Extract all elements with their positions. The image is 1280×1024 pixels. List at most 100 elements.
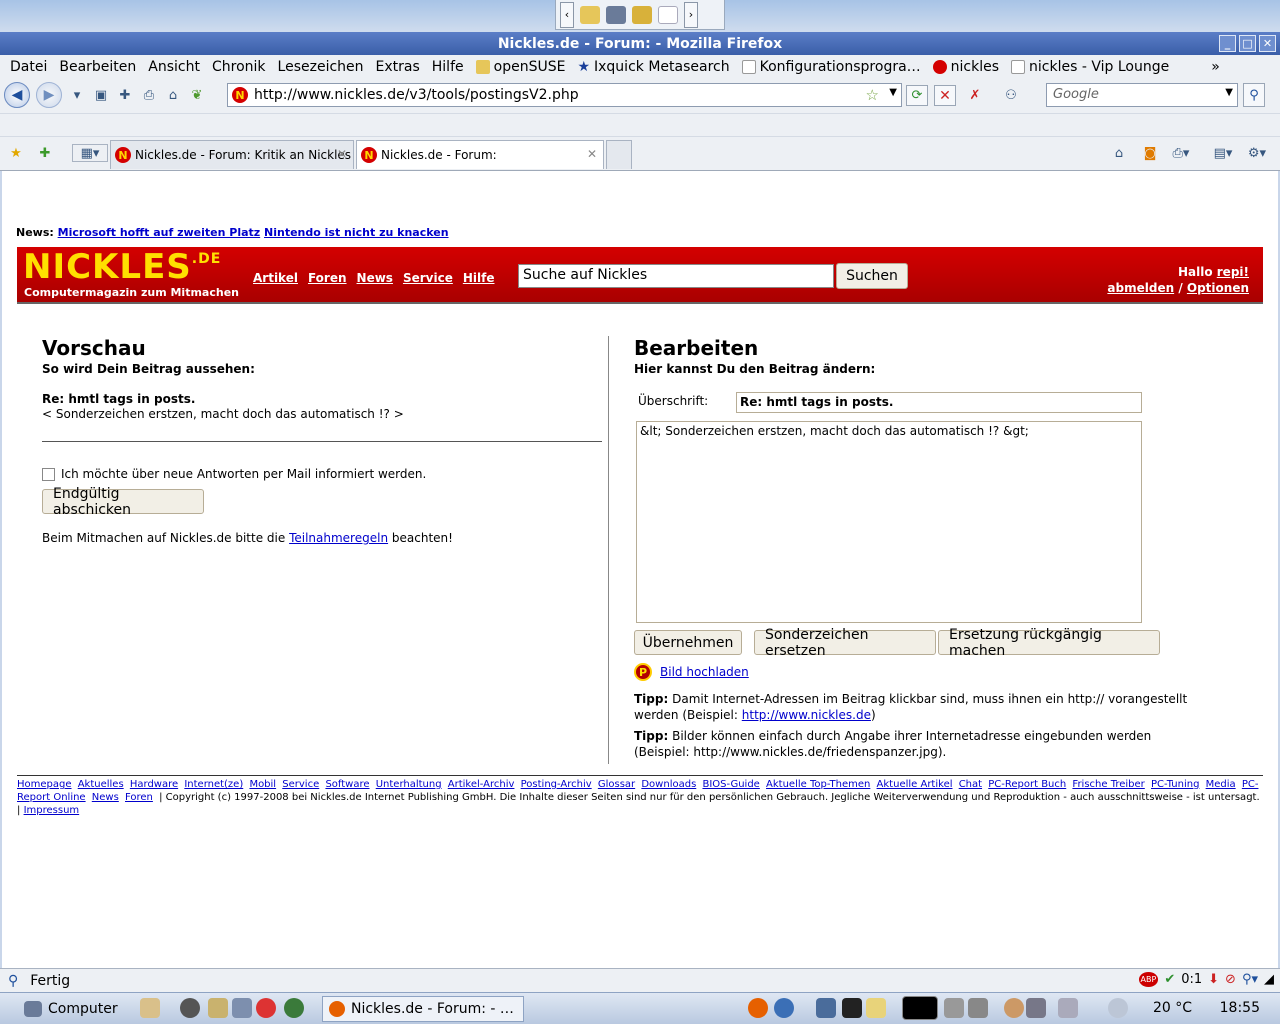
- username-link[interactable]: repi!: [1217, 265, 1249, 279]
- apply-button[interactable]: Übernehmen: [634, 630, 742, 655]
- tab-forum-active[interactable]: N Nickles.de - Forum: ✕: [356, 140, 604, 169]
- bookmark-star-icon[interactable]: ☆: [866, 86, 879, 104]
- gnome-foot-icon[interactable]: [180, 998, 200, 1018]
- footer-link[interactable]: Artikel-Archiv: [448, 779, 515, 790]
- replace-chars-button[interactable]: Sonderzeichen ersetzen: [754, 627, 936, 659]
- blank-page-icon[interactable]: [658, 5, 678, 24]
- footer-link[interactable]: Mobil: [249, 779, 276, 790]
- gear-icon[interactable]: ⚙▾: [1248, 144, 1266, 162]
- upload-image-link[interactable]: Bild hochladen: [660, 665, 749, 679]
- nav-news[interactable]: News: [357, 271, 393, 285]
- news-link[interactable]: Microsoft hofft auf zweiten Platz: [58, 226, 261, 239]
- footer-link[interactable]: Aktuelle Artikel: [877, 779, 953, 790]
- subject-input[interactable]: Re: hmtl tags in posts.: [736, 392, 1142, 413]
- search-input[interactable]: Google ▼: [1046, 83, 1238, 107]
- desktop-icon[interactable]: [140, 998, 160, 1018]
- rss-icon[interactable]: ◙: [1141, 144, 1159, 162]
- url-bar[interactable]: N http://www.nickles.de/v3/tools/posting…: [227, 83, 902, 107]
- footer-link[interactable]: Software: [325, 779, 369, 790]
- page-menu-icon[interactable]: ▤▾: [1214, 144, 1233, 162]
- footer-link[interactable]: News: [92, 792, 119, 803]
- nav-artikel[interactable]: Artikel: [253, 271, 298, 285]
- undo-replace-button[interactable]: Ersetzung rückgängig machen: [938, 627, 1160, 659]
- thunderbird-icon[interactable]: [774, 998, 794, 1018]
- bookmark-opensuse[interactable]: openSUSE: [470, 59, 572, 75]
- keys-icon[interactable]: [632, 5, 652, 24]
- reload-button[interactable]: ⟳: [906, 85, 928, 106]
- bookmark-nickles-vip[interactable]: nickles - Vip Lounge: [1005, 59, 1175, 75]
- globe-icon[interactable]: [284, 998, 304, 1018]
- site-logo[interactable]: NICKLES.DE: [23, 247, 221, 287]
- window-list-icon[interactable]: [232, 998, 252, 1018]
- menu-bearbeiten[interactable]: Bearbeiten: [53, 59, 142, 75]
- forward-button[interactable]: ▶: [36, 82, 62, 108]
- footer-link[interactable]: Unterhaltung: [376, 779, 442, 790]
- adblock-icon[interactable]: ABP: [1138, 972, 1159, 987]
- footer-link[interactable]: Glossar: [598, 779, 635, 790]
- bookmark-ixquick[interactable]: ★ Ixquick Metasearch: [571, 59, 735, 75]
- footer-link[interactable]: Downloads: [641, 779, 696, 790]
- nav-hilfe[interactable]: Hilfe: [463, 271, 495, 285]
- footer-link[interactable]: Frische Treiber: [1072, 779, 1144, 790]
- nav-foren[interactable]: Foren: [308, 271, 347, 285]
- games-icon[interactable]: [256, 998, 276, 1018]
- notify-checkbox[interactable]: [42, 467, 55, 481]
- folder-icon[interactable]: [580, 5, 600, 24]
- notes-icon[interactable]: [866, 998, 886, 1018]
- logout-link[interactable]: abmelden: [1107, 281, 1174, 295]
- home-icon[interactable]: ⌂: [164, 86, 182, 104]
- print-icon[interactable]: ⎙: [140, 86, 158, 104]
- device-icon[interactable]: [1058, 998, 1078, 1018]
- monitor-icon[interactable]: [606, 5, 626, 24]
- footer-link[interactable]: Media: [1206, 779, 1236, 790]
- sidebar-icon[interactable]: ▣: [92, 86, 110, 104]
- menu-extras[interactable]: Extras: [370, 59, 426, 75]
- search-engine-dropdown-icon[interactable]: ▼: [1225, 87, 1233, 98]
- search-go-button[interactable]: ⚲: [1243, 83, 1265, 107]
- taskbar-firefox-window[interactable]: Nickles.de - Forum: - …: [322, 996, 524, 1022]
- star-icon[interactable]: ★: [7, 144, 25, 162]
- footer-link[interactable]: Aktuelles: [78, 779, 124, 790]
- computer-menu[interactable]: Computer: [24, 1000, 118, 1017]
- body-textarea[interactable]: &lt; Sonderzeichen erstzen, macht doch d…: [636, 421, 1142, 623]
- firefox-launcher-icon[interactable]: [748, 998, 768, 1018]
- tab-list-button[interactable]: ▦▾: [72, 144, 108, 162]
- footer-link[interactable]: Aktuelle Top-Themen: [766, 779, 870, 790]
- download-icon[interactable]: ⬇: [1208, 972, 1219, 987]
- print-icon[interactable]: ⎙▾: [1172, 144, 1190, 162]
- example-link[interactable]: http://www.nickles.de: [742, 708, 871, 722]
- panel-left-arrow-icon[interactable]: ‹: [560, 1, 574, 28]
- new-tab-button[interactable]: [606, 140, 632, 169]
- new-tab-icon[interactable]: ✚: [116, 86, 134, 104]
- weather-temperature[interactable]: 20 °C: [1153, 1000, 1192, 1016]
- menu-chronik[interactable]: Chronik: [206, 59, 272, 75]
- tab-close-icon[interactable]: ✕: [587, 147, 597, 161]
- printer-icon[interactable]: [1026, 998, 1046, 1018]
- footer-link[interactable]: PC-Tuning: [1151, 779, 1199, 790]
- volume-icon[interactable]: [1108, 998, 1128, 1018]
- bookmark-nickles[interactable]: nickles: [927, 59, 1005, 75]
- network-icon[interactable]: [816, 998, 836, 1018]
- tab-kritik[interactable]: N Nickles.de - Forum: Kritik an Nickles …: [110, 140, 354, 169]
- clock[interactable]: 18:55: [1220, 1000, 1260, 1016]
- addon-icon[interactable]: ✗: [966, 86, 984, 104]
- news-link[interactable]: Nintendo ist nicht zu knacken: [264, 226, 449, 239]
- menu-ansicht[interactable]: Ansicht: [142, 59, 206, 75]
- site-search-input[interactable]: Suche auf Nickles: [518, 264, 834, 288]
- zoom-icon[interactable]: ⚲▾: [1242, 972, 1258, 987]
- workspace-icon[interactable]: [944, 998, 964, 1018]
- workspace-icon[interactable]: [968, 998, 988, 1018]
- footer-impressum[interactable]: Impressum: [24, 805, 80, 816]
- menu-lesezeichen[interactable]: Lesezeichen: [272, 59, 370, 75]
- home-icon[interactable]: ⌂: [1110, 144, 1128, 162]
- update-icon[interactable]: [1004, 998, 1024, 1018]
- noscript-icon[interactable]: ⊘: [1225, 972, 1236, 987]
- footer-link[interactable]: Posting-Archiv: [521, 779, 592, 790]
- resize-grip-icon[interactable]: ◢: [1264, 972, 1274, 987]
- minimize-icon[interactable]: _: [1219, 35, 1236, 52]
- maximize-icon[interactable]: □: [1239, 35, 1256, 52]
- menu-hilfe[interactable]: Hilfe: [426, 59, 470, 75]
- url-dropdown-icon[interactable]: ▼: [889, 87, 897, 98]
- add-star-icon[interactable]: ✚: [36, 144, 54, 162]
- rules-link[interactable]: Teilnahmeregeln: [289, 531, 388, 545]
